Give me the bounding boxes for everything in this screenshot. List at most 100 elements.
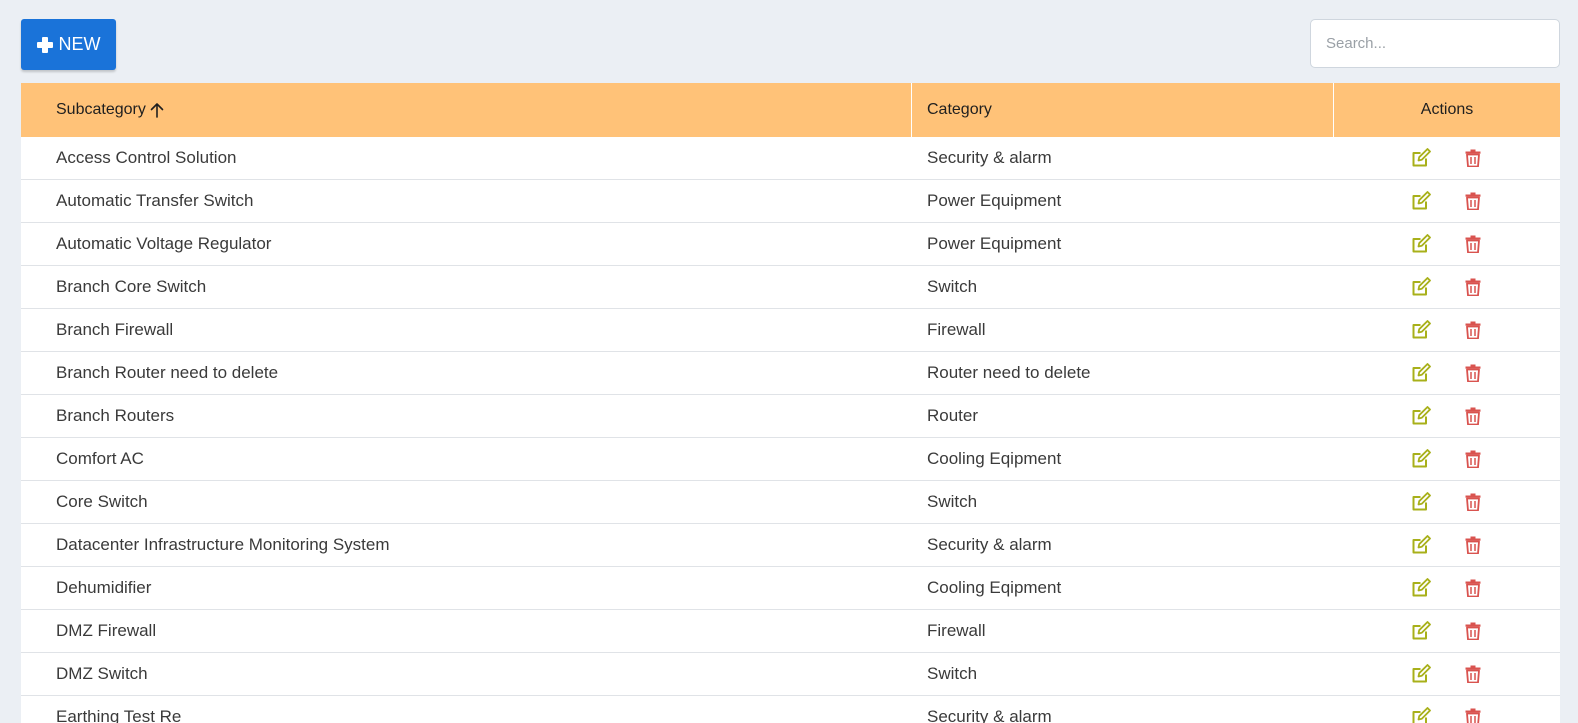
cell-category: Switch: [927, 664, 978, 683]
cell-subcategory: Branch Firewall: [56, 320, 174, 339]
column-header-subcategory[interactable]: Subcategory: [21, 83, 912, 137]
cell-actions: [1334, 395, 1560, 437]
cell-category: Security & alarm: [927, 707, 1052, 723]
edit-icon: [1412, 664, 1431, 683]
table-row: Earthing Test Re Security & alarm: [21, 696, 1560, 723]
delete-button[interactable]: [1462, 147, 1484, 169]
cell-category: Power Equipment: [927, 191, 1062, 210]
cell-actions: [1334, 653, 1560, 695]
cell-category: Security & alarm: [927, 148, 1052, 167]
subcategory-table: Subcategory Category Actions Access Cont…: [21, 83, 1560, 723]
table-row: Automatic Voltage Regulator Power Equipme…: [21, 223, 1560, 266]
table-row: Branch Firewall Firewall: [21, 309, 1560, 352]
cell-category: Security & alarm: [927, 535, 1052, 554]
page: NEW Subcategory Category Actions Access …: [0, 0, 1578, 723]
delete-button[interactable]: [1462, 577, 1484, 599]
edit-button[interactable]: [1410, 448, 1432, 470]
delete-button[interactable]: [1462, 663, 1484, 685]
delete-button[interactable]: [1462, 319, 1484, 341]
sort-ascending-icon: [150, 103, 164, 118]
cell-subcategory: Automatic Voltage Regulator: [56, 234, 272, 253]
cell-category: Cooling Eqipment: [927, 449, 1062, 468]
cell-category: Firewall: [927, 621, 986, 640]
cell-subcategory: Datacenter Infrastructure Monitoring Sys…: [56, 535, 390, 554]
search-input[interactable]: [1310, 19, 1560, 68]
edit-icon: [1412, 320, 1431, 339]
trash-icon: [1465, 450, 1481, 468]
trash-icon: [1465, 622, 1481, 640]
delete-button[interactable]: [1462, 706, 1484, 723]
delete-button[interactable]: [1462, 448, 1484, 470]
cell-subcategory: Automatic Transfer Switch: [56, 191, 254, 210]
edit-button[interactable]: [1410, 319, 1432, 341]
edit-icon: [1412, 535, 1431, 554]
edit-button[interactable]: [1410, 276, 1432, 298]
cell-category: Power Equipment: [927, 234, 1062, 253]
edit-icon: [1412, 363, 1431, 382]
column-header-actions-label: Actions: [1420, 101, 1474, 118]
delete-button[interactable]: [1462, 405, 1484, 427]
edit-button[interactable]: [1410, 405, 1432, 427]
delete-button[interactable]: [1462, 620, 1484, 642]
table-row: Branch Router need to delete Router need …: [21, 352, 1560, 395]
edit-icon: [1412, 621, 1431, 640]
column-header-subcategory-label: Subcategory: [56, 101, 146, 118]
edit-icon: [1412, 148, 1431, 167]
edit-button[interactable]: [1410, 362, 1432, 384]
delete-button[interactable]: [1462, 534, 1484, 556]
edit-button[interactable]: [1410, 190, 1432, 212]
table-body: Access Control Solution Security & alarm A…: [21, 137, 1560, 723]
table-row: Access Control Solution Security & alarm: [21, 137, 1560, 180]
table-row: Datacenter Infrastructure Monitoring Sys…: [21, 524, 1560, 567]
cell-actions: [1334, 438, 1560, 480]
new-button[interactable]: NEW: [21, 19, 116, 70]
table-row: Comfort AC Cooling Eqipment: [21, 438, 1560, 481]
cell-subcategory: Branch Routers: [56, 406, 175, 425]
cell-actions: [1334, 137, 1560, 179]
cell-subcategory: Dehumidifier: [56, 578, 152, 597]
edit-button[interactable]: [1410, 663, 1432, 685]
cell-subcategory: Branch Router need to delete: [56, 363, 279, 382]
cell-category: Firewall: [927, 320, 986, 339]
table-row: Core Switch Switch: [21, 481, 1560, 524]
table-row: DMZ Firewall Firewall: [21, 610, 1560, 653]
cell-actions: [1334, 352, 1560, 394]
delete-button[interactable]: [1462, 190, 1484, 212]
cell-actions: [1334, 481, 1560, 523]
cell-category: Cooling Eqipment: [927, 578, 1062, 597]
cell-category: Router need to delete: [927, 363, 1091, 382]
edit-icon: [1412, 277, 1431, 296]
edit-button[interactable]: [1410, 534, 1432, 556]
edit-button[interactable]: [1410, 706, 1432, 723]
delete-button[interactable]: [1462, 276, 1484, 298]
trash-icon: [1465, 579, 1481, 597]
table-header: Subcategory Category Actions: [21, 83, 1560, 137]
trash-icon: [1465, 278, 1481, 296]
delete-button[interactable]: [1462, 491, 1484, 513]
cell-subcategory: Earthing Test Re: [56, 707, 182, 723]
edit-button[interactable]: [1410, 147, 1432, 169]
edit-button[interactable]: [1410, 577, 1432, 599]
cell-actions: [1334, 524, 1560, 566]
trash-icon: [1465, 407, 1481, 425]
plus-icon: [36, 36, 53, 53]
edit-button[interactable]: [1410, 233, 1432, 255]
cell-subcategory: DMZ Switch: [56, 664, 148, 683]
cell-subcategory: DMZ Firewall: [56, 621, 157, 640]
cell-actions: [1334, 266, 1560, 308]
trash-icon: [1465, 364, 1481, 382]
cell-actions: [1334, 309, 1560, 351]
edit-icon: [1412, 234, 1431, 253]
cell-category: Switch: [927, 277, 978, 296]
trash-icon: [1465, 665, 1481, 683]
table-row: Automatic Transfer Switch Power Equipment: [21, 180, 1560, 223]
column-header-category[interactable]: Category: [912, 83, 1334, 137]
delete-button[interactable]: [1462, 362, 1484, 384]
trash-icon: [1465, 493, 1481, 511]
delete-button[interactable]: [1462, 233, 1484, 255]
edit-button[interactable]: [1410, 620, 1432, 642]
edit-button[interactable]: [1410, 491, 1432, 513]
cell-category: Switch: [927, 492, 978, 511]
cell-subcategory: Core Switch: [56, 492, 148, 511]
column-header-category-label: Category: [927, 101, 992, 118]
